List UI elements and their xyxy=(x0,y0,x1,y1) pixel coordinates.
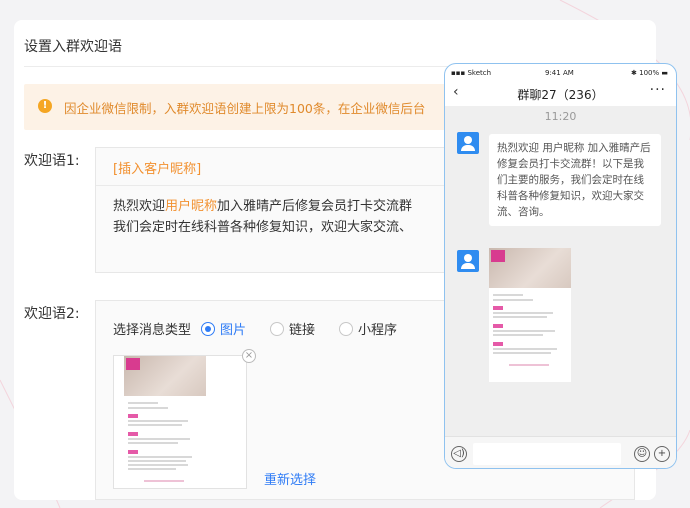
poster-tag xyxy=(128,414,138,418)
poster-line xyxy=(128,407,168,409)
status-time: 9:41 AM xyxy=(545,69,574,77)
poster-line xyxy=(128,442,178,444)
welcome1-text-pre: 热烈欢迎 xyxy=(113,199,166,214)
nickname-token: 用户昵称 xyxy=(165,199,218,214)
poster-line xyxy=(493,348,557,350)
poster-tag xyxy=(128,450,138,454)
poster-line xyxy=(128,456,192,458)
poster-line xyxy=(493,352,551,354)
welcome1-label: 欢迎语1: xyxy=(24,153,80,169)
poster-line xyxy=(493,330,555,332)
poster-footer xyxy=(509,364,549,366)
poster-line xyxy=(493,312,553,314)
selected-image-thumbnail[interactable] xyxy=(113,355,247,489)
status-bar: ▪▪▪ Sketch 9:41 AM ✱ 100% ▬ xyxy=(445,64,676,82)
carrier-name: Sketch xyxy=(467,69,492,77)
radio-link-dot xyxy=(270,321,285,336)
poster-line xyxy=(128,402,158,404)
emoji-icon[interactable]: ☺ xyxy=(634,446,650,462)
radio-miniprogram-label: 小程序 xyxy=(358,323,398,338)
message-bubble: 热烈欢迎 用户昵称 加入雅晴产后修复会员打卡交流群！以下是我们主要的服务，我们会… xyxy=(489,134,661,226)
welcome2-label: 欢迎语2: xyxy=(24,306,80,322)
message-type-label: 选择消息类型 xyxy=(113,323,192,338)
radio-link[interactable]: 链接 xyxy=(270,319,315,338)
plus-icon[interactable]: + xyxy=(654,446,670,462)
chat-input[interactable] xyxy=(473,443,621,465)
poster-image xyxy=(124,356,206,488)
welcome1-text-post: 加入雅晴产后修复会员打卡交流群 xyxy=(217,199,413,214)
poster-line xyxy=(493,334,543,336)
poster-line xyxy=(128,424,182,426)
phone-preview: ▪▪▪ Sketch 9:41 AM ✱ 100% ▬ ‹ 群聊27（236） … xyxy=(444,63,677,469)
chat-title: 群聊27（236） xyxy=(517,88,604,102)
battery: ✱ 100% ▬ xyxy=(631,69,668,77)
poster-tag xyxy=(493,324,503,328)
poster-line xyxy=(493,299,533,301)
reselect-button[interactable]: 重新选择 xyxy=(264,469,316,488)
poster-logo xyxy=(491,250,505,262)
carrier: ▪▪▪ Sketch xyxy=(451,69,492,77)
message-time: 11:20 xyxy=(544,110,577,123)
poster-line xyxy=(128,468,176,470)
radio-image[interactable]: 图片 xyxy=(201,319,246,338)
notice-text: 因企业微信限制，入群欢迎语创建上限为100条，在企业微信后台 xyxy=(64,101,426,116)
message-image xyxy=(489,248,571,382)
poster-line xyxy=(493,294,523,296)
radio-image-dot xyxy=(201,321,216,336)
poster-line xyxy=(128,420,188,422)
radio-miniprogram-dot xyxy=(339,321,354,336)
chat-header: ‹ 群聊27（236） ··· xyxy=(445,82,676,106)
poster-footer xyxy=(144,480,184,482)
poster-line xyxy=(493,316,547,318)
poster-tag xyxy=(493,342,503,346)
insert-nickname-link[interactable]: [插入客户昵称] xyxy=(113,158,201,177)
radio-image-label: 图片 xyxy=(220,323,247,338)
chat-body: 11:20 热烈欢迎 用户昵称 加入雅晴产后修复会员打卡交流群！以下是我们主要的… xyxy=(445,106,676,436)
avatar xyxy=(457,132,479,154)
poster-logo xyxy=(126,358,140,370)
radio-miniprogram[interactable]: 小程序 xyxy=(339,319,397,338)
chat-input-bar: ◁) ☺ + xyxy=(445,436,676,468)
message-type-row: 选择消息类型 图片 链接 小程序 xyxy=(113,319,397,338)
poster-line xyxy=(128,438,190,440)
remove-image-icon[interactable]: × xyxy=(242,349,256,363)
page-title: 设置入群欢迎语 xyxy=(24,39,122,55)
radio-link-label: 链接 xyxy=(289,323,316,338)
warning-icon: ! xyxy=(38,99,52,113)
battery-level: 100% xyxy=(639,69,660,77)
avatar xyxy=(457,250,479,272)
poster-tag xyxy=(493,306,503,310)
voice-icon[interactable]: ◁) xyxy=(451,446,467,462)
poster-tag xyxy=(128,432,138,436)
poster-image xyxy=(489,248,571,382)
poster-line xyxy=(128,464,188,466)
poster-line xyxy=(128,460,186,462)
more-icon[interactable]: ··· xyxy=(650,82,666,98)
